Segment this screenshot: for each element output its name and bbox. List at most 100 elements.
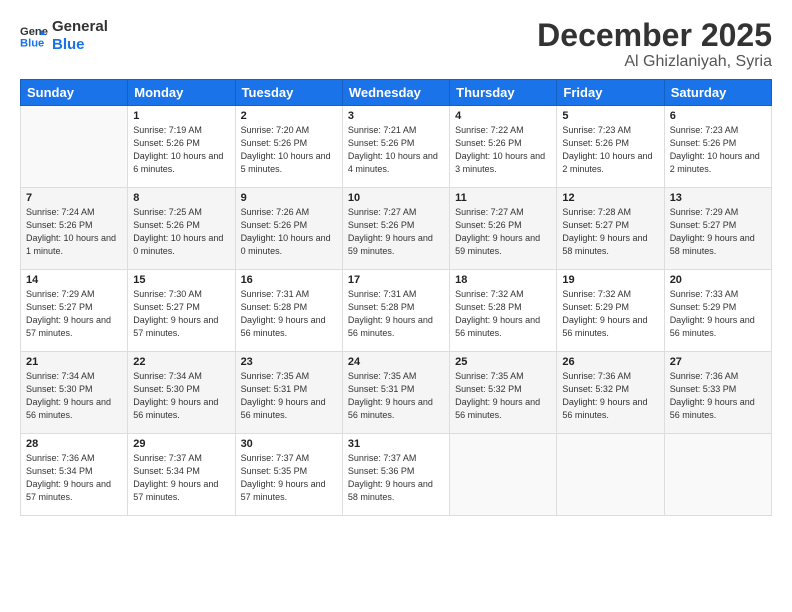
table-row: 29 Sunrise: 7:37 AMSunset: 5:34 PMDayligh… — [128, 434, 235, 516]
cell-date: 26 — [562, 356, 658, 368]
cell-date: 3 — [348, 110, 444, 122]
svg-text:General: General — [20, 26, 48, 38]
cell-date: 8 — [133, 192, 229, 204]
cell-date: 17 — [348, 274, 444, 286]
table-row: 15Sunrise: 7:30 AMSunset: 5:27 PMDayligh… — [128, 270, 235, 352]
cell-info: Sunrise: 7:37 AMSunset: 5:35 PMDaylight:… — [241, 452, 337, 504]
cell-date: 22 — [133, 356, 229, 368]
table-row: 25 Sunrise: 7:35 AMSunset: 5:32 PMDayligh… — [450, 352, 557, 434]
cell-info: Sunrise: 7:36 AMSunset: 5:32 PMDaylight:… — [562, 370, 658, 422]
cell-date: 27 — [670, 356, 766, 368]
table-row: 19 Sunrise: 7:32 AMSunset: 5:29 PMDayligh… — [557, 270, 664, 352]
calendar-header-row: Sunday Monday Tuesday Wednesday Thursday… — [21, 80, 772, 106]
header-sunday: Sunday — [21, 80, 128, 106]
table-row: 16Sunrise: 7:31 AMSunset: 5:28 PMDayligh… — [235, 270, 342, 352]
cell-info: Sunrise: 7:23 AMSunset: 5:26 PMDaylight:… — [670, 124, 766, 176]
logo: General Blue General Blue — [20, 18, 108, 54]
cell-date: 12 — [562, 192, 658, 204]
cell-date: 4 — [455, 110, 551, 122]
table-row: 26 Sunrise: 7:36 AMSunset: 5:32 PMDayligh… — [557, 352, 664, 434]
table-row: 14 Sunrise: 7:29 AMSunset: 5:27 PMDayligh… — [21, 270, 128, 352]
cell-info: Sunrise: 7:27 AMSunset: 5:26 PMDaylight:… — [348, 206, 444, 258]
table-row — [21, 106, 128, 188]
cell-info: Sunrise: 7:36 AMSunset: 5:34 PMDaylight:… — [26, 452, 122, 504]
table-row: 13Sunrise: 7:29 AMSunset: 5:27 PMDayligh… — [664, 188, 771, 270]
calendar-page: General Blue General Blue December 2025 … — [0, 0, 792, 612]
cell-date: 28 — [26, 438, 122, 450]
svg-text:Blue: Blue — [20, 37, 44, 49]
cell-date: 18 — [455, 274, 551, 286]
calendar-table: Sunday Monday Tuesday Wednesday Thursday… — [20, 79, 772, 516]
cell-info: Sunrise: 7:34 AMSunset: 5:30 PMDaylight:… — [26, 370, 122, 422]
calendar-week-row: 7 Sunrise: 7:24 AMSunset: 5:26 PMDaylight… — [21, 188, 772, 270]
cell-info: Sunrise: 7:28 AMSunset: 5:27 PMDaylight:… — [562, 206, 658, 258]
table-row: 18 Sunrise: 7:32 AMSunset: 5:28 PMDayligh… — [450, 270, 557, 352]
table-row: 17 Sunrise: 7:31 AMSunset: 5:28 PMDayligh… — [342, 270, 449, 352]
cell-date: 10 — [348, 192, 444, 204]
cell-date: 7 — [26, 192, 122, 204]
table-row: 22 Sunrise: 7:34 AMSunset: 5:30 PMDayligh… — [128, 352, 235, 434]
cell-info: Sunrise: 7:31 AMSunset: 5:28 PMDaylight:… — [241, 288, 337, 340]
header-saturday: Saturday — [664, 80, 771, 106]
cell-info: Sunrise: 7:35 AMSunset: 5:32 PMDaylight:… — [455, 370, 551, 422]
header: General Blue General Blue December 2025 … — [20, 18, 772, 71]
cell-info: Sunrise: 7:35 AMSunset: 5:31 PMDaylight:… — [241, 370, 337, 422]
cell-info: Sunrise: 7:24 AMSunset: 5:26 PMDaylight:… — [26, 206, 122, 258]
cell-info: Sunrise: 7:37 AMSunset: 5:34 PMDaylight:… — [133, 452, 229, 504]
table-row: 11Sunrise: 7:27 AMSunset: 5:26 PMDayligh… — [450, 188, 557, 270]
table-row: 3 Sunrise: 7:21 AMSunset: 5:26 PMDaylight… — [342, 106, 449, 188]
cell-date: 19 — [562, 274, 658, 286]
calendar-week-row: 28 Sunrise: 7:36 AMSunset: 5:34 PMDayligh… — [21, 434, 772, 516]
cell-date: 23 — [241, 356, 337, 368]
cell-info: Sunrise: 7:21 AMSunset: 5:26 PMDaylight:… — [348, 124, 444, 176]
cell-info: Sunrise: 7:23 AMSunset: 5:26 PMDaylight:… — [562, 124, 658, 176]
table-row: 1 Sunrise: 7:19 AMSunset: 5:26 PMDaylight… — [128, 106, 235, 188]
title-area: December 2025 Al Ghizlaniyah, Syria — [537, 18, 772, 71]
cell-date: 14 — [26, 274, 122, 286]
cell-date: 1 — [133, 110, 229, 122]
cell-date: 30 — [241, 438, 337, 450]
cell-info: Sunrise: 7:27 AMSunset: 5:26 PMDaylight:… — [455, 206, 551, 258]
cell-info: Sunrise: 7:33 AMSunset: 5:29 PMDaylight:… — [670, 288, 766, 340]
table-row — [664, 434, 771, 516]
table-row: 7 Sunrise: 7:24 AMSunset: 5:26 PMDaylight… — [21, 188, 128, 270]
cell-info: Sunrise: 7:20 AMSunset: 5:26 PMDaylight:… — [241, 124, 337, 176]
table-row — [450, 434, 557, 516]
header-friday: Friday — [557, 80, 664, 106]
table-row: 30 Sunrise: 7:37 AMSunset: 5:35 PMDayligh… — [235, 434, 342, 516]
table-row: 5 Sunrise: 7:23 AMSunset: 5:26 PMDaylight… — [557, 106, 664, 188]
cell-date: 21 — [26, 356, 122, 368]
cell-date: 20 — [670, 274, 766, 286]
cell-info: Sunrise: 7:35 AMSunset: 5:31 PMDaylight:… — [348, 370, 444, 422]
cell-info: Sunrise: 7:32 AMSunset: 5:29 PMDaylight:… — [562, 288, 658, 340]
table-row: 21 Sunrise: 7:34 AMSunset: 5:30 PMDayligh… — [21, 352, 128, 434]
calendar-week-row: 21 Sunrise: 7:34 AMSunset: 5:30 PMDayligh… — [21, 352, 772, 434]
cell-info: Sunrise: 7:31 AMSunset: 5:28 PMDaylight:… — [348, 288, 444, 340]
cell-info: Sunrise: 7:29 AMSunset: 5:27 PMDaylight:… — [26, 288, 122, 340]
location: Al Ghizlaniyah, Syria — [537, 53, 772, 71]
cell-date: 29 — [133, 438, 229, 450]
cell-info: Sunrise: 7:19 AMSunset: 5:26 PMDaylight:… — [133, 124, 229, 176]
cell-date: 13 — [670, 192, 766, 204]
cell-info: Sunrise: 7:26 AMSunset: 5:26 PMDaylight:… — [241, 206, 337, 258]
table-row: 20 Sunrise: 7:33 AMSunset: 5:29 PMDayligh… — [664, 270, 771, 352]
table-row: 24 Sunrise: 7:35 AMSunset: 5:31 PMDayligh… — [342, 352, 449, 434]
table-row: 2Sunrise: 7:20 AMSunset: 5:26 PMDaylight… — [235, 106, 342, 188]
cell-date: 24 — [348, 356, 444, 368]
cell-info: Sunrise: 7:25 AMSunset: 5:26 PMDaylight:… — [133, 206, 229, 258]
cell-date: 5 — [562, 110, 658, 122]
cell-info: Sunrise: 7:22 AMSunset: 5:26 PMDaylight:… — [455, 124, 551, 176]
logo-icon: General Blue — [20, 22, 48, 50]
cell-date: 9 — [241, 192, 337, 204]
cell-date: 25 — [455, 356, 551, 368]
header-monday: Monday — [128, 80, 235, 106]
header-wednesday: Wednesday — [342, 80, 449, 106]
calendar-week-row: 1 Sunrise: 7:19 AMSunset: 5:26 PMDaylight… — [21, 106, 772, 188]
table-row — [557, 434, 664, 516]
table-row: 12 Sunrise: 7:28 AMSunset: 5:27 PMDayligh… — [557, 188, 664, 270]
table-row: 6Sunrise: 7:23 AMSunset: 5:26 PMDaylight… — [664, 106, 771, 188]
cell-info: Sunrise: 7:34 AMSunset: 5:30 PMDaylight:… — [133, 370, 229, 422]
cell-info: Sunrise: 7:36 AMSunset: 5:33 PMDaylight:… — [670, 370, 766, 422]
cell-info: Sunrise: 7:32 AMSunset: 5:28 PMDaylight:… — [455, 288, 551, 340]
cell-date: 15 — [133, 274, 229, 286]
